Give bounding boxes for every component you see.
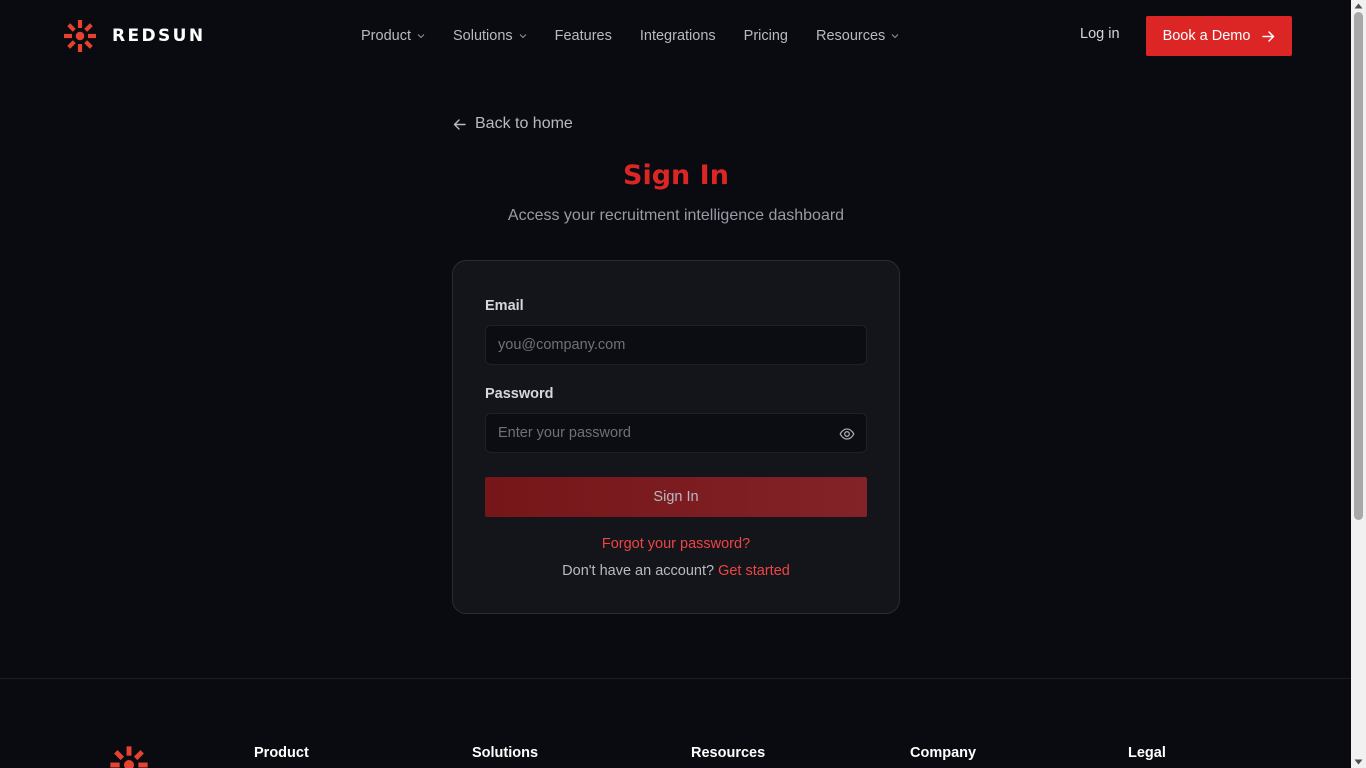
nav-item-label: Integrations — [639, 28, 716, 44]
site-header: REDSUN Product Solutions Features Integr… — [0, 0, 1351, 72]
page-subtitle: Access your recruitment intelligence das… — [507, 207, 845, 224]
arrow-left-icon — [453, 118, 466, 130]
footer-heading-legal: Legal — [1128, 745, 1166, 761]
nav-item-features[interactable]: Features — [555, 28, 612, 44]
email-label: Email — [485, 298, 524, 314]
sun-logo-icon — [64, 20, 96, 52]
brand-name: REDSUN — [112, 26, 206, 46]
password-field-wrapper — [485, 413, 867, 453]
nav-item-label: Pricing — [743, 28, 788, 44]
scroll-down-icon[interactable] — [1354, 759, 1363, 765]
back-to-home-label: Back to home — [475, 115, 573, 132]
footer-heading-company: Company — [910, 745, 977, 761]
eye-icon — [839, 428, 855, 440]
sign-in-card: Email Password Sign In Forgot your passw… — [452, 260, 900, 614]
main-nav: Product Solutions Features Integrations … — [361, 24, 927, 48]
nav-item-resources[interactable]: Resources — [816, 28, 899, 44]
show-password-toggle[interactable] — [839, 426, 855, 442]
chevron-down-icon — [417, 34, 425, 39]
page-title: Sign In — [623, 160, 729, 191]
footer-heading-product: Product — [254, 745, 309, 761]
nav-item-product[interactable]: Product — [361, 28, 425, 44]
scroll-up-icon[interactable] — [1354, 3, 1363, 9]
footer-heading-resources: Resources — [691, 745, 766, 761]
forgot-password-row: Forgot your password? — [453, 535, 899, 553]
password-field[interactable] — [486, 414, 866, 452]
no-account-text: Don't have an account? — [562, 563, 715, 579]
chevron-down-icon — [519, 34, 527, 39]
book-demo-button[interactable]: Book a Demo — [1146, 16, 1292, 56]
signup-row: Don't have an account? Get started — [453, 563, 899, 579]
nav-item-label: Solutions — [452, 28, 513, 44]
nav-item-label: Features — [554, 28, 612, 44]
email-field-wrapper — [485, 325, 867, 365]
login-link[interactable]: Log in — [1080, 26, 1120, 42]
nav-item-solutions[interactable]: Solutions — [453, 28, 527, 44]
brand-logo[interactable]: REDSUN — [62, 18, 206, 54]
arrow-right-icon — [1262, 30, 1275, 42]
password-label: Password — [485, 386, 554, 402]
scrollbar-thumb[interactable] — [1354, 12, 1363, 520]
get-started-link[interactable]: Get started — [718, 563, 790, 579]
nav-item-integrations[interactable]: Integrations — [640, 28, 716, 44]
footer-divider — [0, 678, 1351, 679]
nav-item-label: Product — [361, 28, 411, 44]
sun-logo-icon — [110, 746, 148, 768]
sign-in-button[interactable]: Sign In — [485, 477, 867, 517]
nav-item-pricing[interactable]: Pricing — [744, 28, 788, 44]
book-demo-label: Book a Demo — [1162, 28, 1251, 44]
forgot-password-link[interactable]: Forgot your password? — [602, 536, 750, 552]
email-field[interactable] — [486, 326, 866, 364]
back-to-home-link[interactable]: Back to home — [453, 114, 573, 134]
footer-heading-solutions: Solutions — [472, 745, 539, 761]
chevron-down-icon — [891, 34, 899, 39]
nav-item-label: Resources — [815, 28, 886, 44]
